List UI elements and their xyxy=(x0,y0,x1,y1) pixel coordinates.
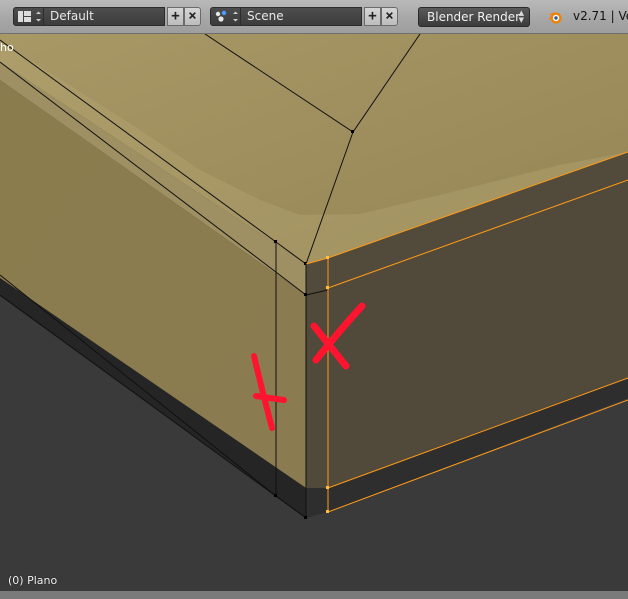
blender-logo-icon xyxy=(547,12,562,24)
screen-layout-field[interactable]: Default xyxy=(44,7,165,26)
version-label: v2.71 | Ver xyxy=(573,9,628,23)
3d-viewport[interactable] xyxy=(0,34,628,591)
info-header: Default + × Scene + × Blender Render ▲ ▼ … xyxy=(0,0,628,34)
screen-layout-icon xyxy=(18,11,41,22)
dropdown-arrows-icon: ▲ ▼ xyxy=(518,9,524,24)
bottom-header-strip xyxy=(0,591,628,599)
scene-icon xyxy=(215,10,238,22)
delete-scene-button[interactable]: × xyxy=(381,7,398,26)
scene-field[interactable]: Scene xyxy=(241,7,362,26)
screen-layout-menu[interactable] xyxy=(13,7,44,26)
object-info-label: (0) Plano xyxy=(8,574,58,587)
render-engine-label: Blender Render xyxy=(427,10,521,24)
add-screen-button[interactable]: + xyxy=(167,7,184,26)
render-engine-select[interactable]: Blender Render ▲ ▼ xyxy=(418,7,530,27)
viewport-corner-text: ho xyxy=(0,41,14,54)
scene-menu[interactable] xyxy=(210,7,241,26)
add-scene-button[interactable]: + xyxy=(364,7,381,26)
delete-screen-button[interactable]: × xyxy=(184,7,201,26)
